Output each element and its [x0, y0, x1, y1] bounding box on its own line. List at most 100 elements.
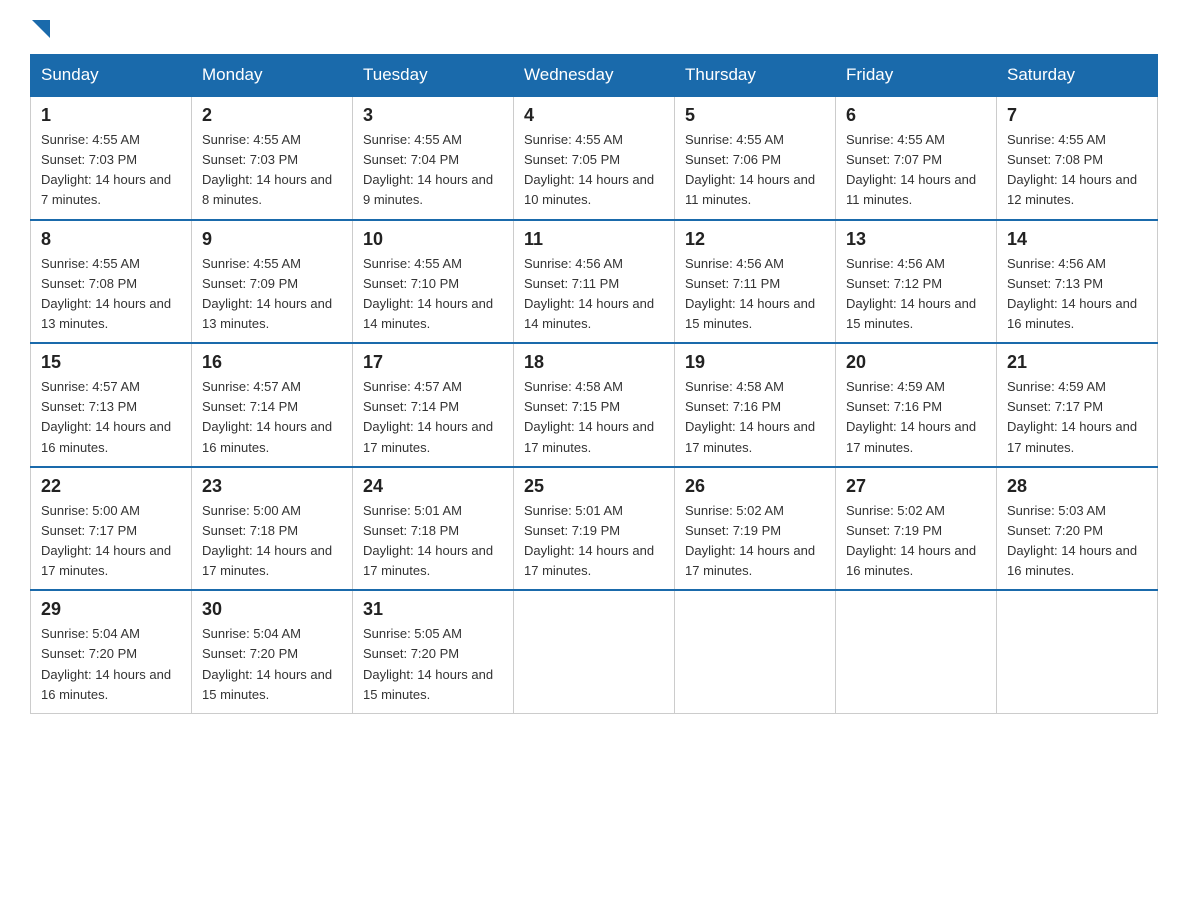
calendar-day-cell	[836, 590, 997, 713]
day-number: 27	[846, 476, 986, 497]
calendar-day-cell: 2 Sunrise: 4:55 AM Sunset: 7:03 PM Dayli…	[192, 96, 353, 220]
day-number: 16	[202, 352, 342, 373]
header-thursday: Thursday	[675, 55, 836, 97]
day-number: 11	[524, 229, 664, 250]
day-info: Sunrise: 4:55 AM Sunset: 7:10 PM Dayligh…	[363, 254, 503, 335]
day-number: 5	[685, 105, 825, 126]
day-info: Sunrise: 5:00 AM Sunset: 7:18 PM Dayligh…	[202, 501, 342, 582]
calendar-day-cell: 4 Sunrise: 4:55 AM Sunset: 7:05 PM Dayli…	[514, 96, 675, 220]
day-number: 24	[363, 476, 503, 497]
calendar-day-cell: 28 Sunrise: 5:03 AM Sunset: 7:20 PM Dayl…	[997, 467, 1158, 591]
day-info: Sunrise: 5:03 AM Sunset: 7:20 PM Dayligh…	[1007, 501, 1147, 582]
calendar-day-cell: 26 Sunrise: 5:02 AM Sunset: 7:19 PM Dayl…	[675, 467, 836, 591]
calendar-week-row: 8 Sunrise: 4:55 AM Sunset: 7:08 PM Dayli…	[31, 220, 1158, 344]
calendar-day-cell: 13 Sunrise: 4:56 AM Sunset: 7:12 PM Dayl…	[836, 220, 997, 344]
day-number: 6	[846, 105, 986, 126]
day-info: Sunrise: 4:55 AM Sunset: 7:09 PM Dayligh…	[202, 254, 342, 335]
day-info: Sunrise: 4:59 AM Sunset: 7:17 PM Dayligh…	[1007, 377, 1147, 458]
calendar-day-cell: 23 Sunrise: 5:00 AM Sunset: 7:18 PM Dayl…	[192, 467, 353, 591]
day-info: Sunrise: 5:02 AM Sunset: 7:19 PM Dayligh…	[685, 501, 825, 582]
calendar-day-cell: 30 Sunrise: 5:04 AM Sunset: 7:20 PM Dayl…	[192, 590, 353, 713]
calendar-day-cell: 27 Sunrise: 5:02 AM Sunset: 7:19 PM Dayl…	[836, 467, 997, 591]
calendar-day-cell: 8 Sunrise: 4:55 AM Sunset: 7:08 PM Dayli…	[31, 220, 192, 344]
day-number: 25	[524, 476, 664, 497]
day-info: Sunrise: 4:59 AM Sunset: 7:16 PM Dayligh…	[846, 377, 986, 458]
day-info: Sunrise: 4:55 AM Sunset: 7:07 PM Dayligh…	[846, 130, 986, 211]
calendar-week-row: 29 Sunrise: 5:04 AM Sunset: 7:20 PM Dayl…	[31, 590, 1158, 713]
day-number: 19	[685, 352, 825, 373]
calendar-day-cell: 17 Sunrise: 4:57 AM Sunset: 7:14 PM Dayl…	[353, 343, 514, 467]
day-info: Sunrise: 5:02 AM Sunset: 7:19 PM Dayligh…	[846, 501, 986, 582]
day-number: 30	[202, 599, 342, 620]
day-info: Sunrise: 4:56 AM Sunset: 7:11 PM Dayligh…	[685, 254, 825, 335]
day-number: 22	[41, 476, 181, 497]
calendar-day-cell: 21 Sunrise: 4:59 AM Sunset: 7:17 PM Dayl…	[997, 343, 1158, 467]
logo	[30, 20, 50, 38]
calendar-day-cell: 1 Sunrise: 4:55 AM Sunset: 7:03 PM Dayli…	[31, 96, 192, 220]
header-friday: Friday	[836, 55, 997, 97]
calendar-day-cell: 31 Sunrise: 5:05 AM Sunset: 7:20 PM Dayl…	[353, 590, 514, 713]
day-number: 17	[363, 352, 503, 373]
calendar-day-cell: 15 Sunrise: 4:57 AM Sunset: 7:13 PM Dayl…	[31, 343, 192, 467]
calendar-table: Sunday Monday Tuesday Wednesday Thursday…	[30, 54, 1158, 714]
day-number: 9	[202, 229, 342, 250]
page-header	[30, 20, 1158, 38]
day-number: 3	[363, 105, 503, 126]
day-number: 28	[1007, 476, 1147, 497]
day-info: Sunrise: 4:55 AM Sunset: 7:05 PM Dayligh…	[524, 130, 664, 211]
day-info: Sunrise: 5:01 AM Sunset: 7:18 PM Dayligh…	[363, 501, 503, 582]
day-number: 21	[1007, 352, 1147, 373]
calendar-week-row: 1 Sunrise: 4:55 AM Sunset: 7:03 PM Dayli…	[31, 96, 1158, 220]
calendar-day-cell: 10 Sunrise: 4:55 AM Sunset: 7:10 PM Dayl…	[353, 220, 514, 344]
calendar-day-cell: 5 Sunrise: 4:55 AM Sunset: 7:06 PM Dayli…	[675, 96, 836, 220]
day-number: 2	[202, 105, 342, 126]
day-info: Sunrise: 5:05 AM Sunset: 7:20 PM Dayligh…	[363, 624, 503, 705]
calendar-week-row: 22 Sunrise: 5:00 AM Sunset: 7:17 PM Dayl…	[31, 467, 1158, 591]
calendar-day-cell: 19 Sunrise: 4:58 AM Sunset: 7:16 PM Dayl…	[675, 343, 836, 467]
day-number: 31	[363, 599, 503, 620]
day-number: 20	[846, 352, 986, 373]
calendar-day-cell: 25 Sunrise: 5:01 AM Sunset: 7:19 PM Dayl…	[514, 467, 675, 591]
day-info: Sunrise: 4:56 AM Sunset: 7:13 PM Dayligh…	[1007, 254, 1147, 335]
logo-arrow-icon	[32, 20, 50, 38]
day-info: Sunrise: 4:57 AM Sunset: 7:13 PM Dayligh…	[41, 377, 181, 458]
calendar-day-cell: 6 Sunrise: 4:55 AM Sunset: 7:07 PM Dayli…	[836, 96, 997, 220]
header-wednesday: Wednesday	[514, 55, 675, 97]
day-info: Sunrise: 4:58 AM Sunset: 7:16 PM Dayligh…	[685, 377, 825, 458]
day-info: Sunrise: 4:55 AM Sunset: 7:08 PM Dayligh…	[41, 254, 181, 335]
header-monday: Monday	[192, 55, 353, 97]
calendar-day-cell: 7 Sunrise: 4:55 AM Sunset: 7:08 PM Dayli…	[997, 96, 1158, 220]
day-number: 10	[363, 229, 503, 250]
day-number: 8	[41, 229, 181, 250]
day-number: 14	[1007, 229, 1147, 250]
calendar-day-cell	[675, 590, 836, 713]
day-number: 18	[524, 352, 664, 373]
day-number: 15	[41, 352, 181, 373]
day-number: 7	[1007, 105, 1147, 126]
day-number: 12	[685, 229, 825, 250]
day-info: Sunrise: 4:55 AM Sunset: 7:03 PM Dayligh…	[41, 130, 181, 211]
calendar-day-cell	[997, 590, 1158, 713]
day-info: Sunrise: 5:01 AM Sunset: 7:19 PM Dayligh…	[524, 501, 664, 582]
day-info: Sunrise: 4:56 AM Sunset: 7:12 PM Dayligh…	[846, 254, 986, 335]
day-info: Sunrise: 4:55 AM Sunset: 7:04 PM Dayligh…	[363, 130, 503, 211]
day-info: Sunrise: 5:04 AM Sunset: 7:20 PM Dayligh…	[41, 624, 181, 705]
calendar-day-cell: 16 Sunrise: 4:57 AM Sunset: 7:14 PM Dayl…	[192, 343, 353, 467]
calendar-day-cell: 20 Sunrise: 4:59 AM Sunset: 7:16 PM Dayl…	[836, 343, 997, 467]
header-tuesday: Tuesday	[353, 55, 514, 97]
day-number: 29	[41, 599, 181, 620]
day-info: Sunrise: 4:58 AM Sunset: 7:15 PM Dayligh…	[524, 377, 664, 458]
weekday-header-row: Sunday Monday Tuesday Wednesday Thursday…	[31, 55, 1158, 97]
calendar-day-cell: 14 Sunrise: 4:56 AM Sunset: 7:13 PM Dayl…	[997, 220, 1158, 344]
day-number: 1	[41, 105, 181, 126]
day-number: 13	[846, 229, 986, 250]
day-info: Sunrise: 5:00 AM Sunset: 7:17 PM Dayligh…	[41, 501, 181, 582]
calendar-week-row: 15 Sunrise: 4:57 AM Sunset: 7:13 PM Dayl…	[31, 343, 1158, 467]
calendar-day-cell: 22 Sunrise: 5:00 AM Sunset: 7:17 PM Dayl…	[31, 467, 192, 591]
day-info: Sunrise: 4:55 AM Sunset: 7:06 PM Dayligh…	[685, 130, 825, 211]
day-info: Sunrise: 4:55 AM Sunset: 7:08 PM Dayligh…	[1007, 130, 1147, 211]
day-number: 4	[524, 105, 664, 126]
calendar-day-cell: 29 Sunrise: 5:04 AM Sunset: 7:20 PM Dayl…	[31, 590, 192, 713]
day-info: Sunrise: 4:57 AM Sunset: 7:14 PM Dayligh…	[363, 377, 503, 458]
calendar-day-cell	[514, 590, 675, 713]
